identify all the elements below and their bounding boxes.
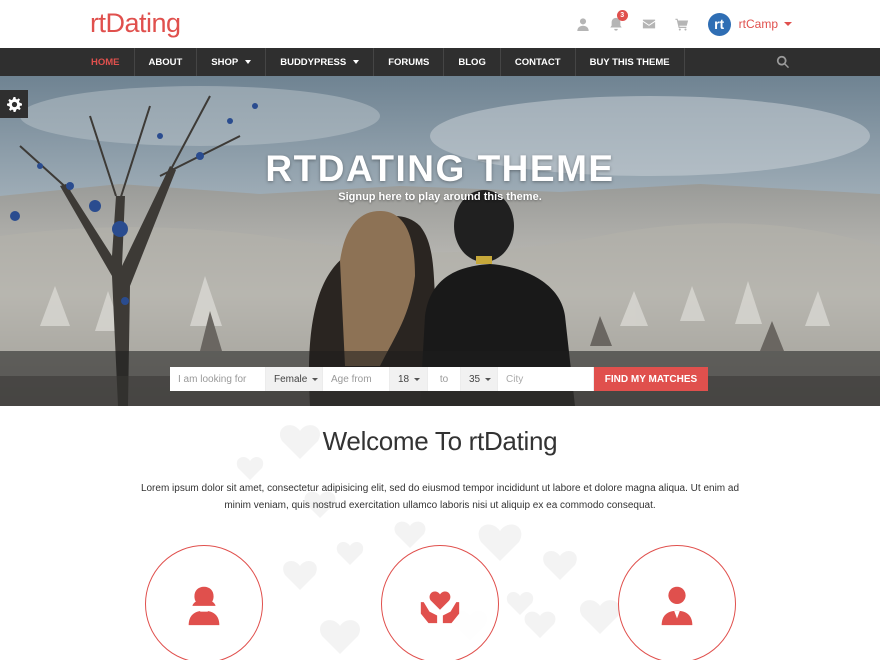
main-nav: HOME ABOUT SHOP BUDDYPRESS FORUMS BLOG C… bbox=[0, 48, 880, 76]
notification-badge: 3 bbox=[616, 10, 628, 21]
looking-for-label: I am looking for bbox=[170, 367, 266, 391]
nav-label: ABOUT bbox=[148, 56, 183, 68]
gender-select[interactable]: Female bbox=[266, 367, 323, 391]
age-max-select[interactable]: 35 bbox=[461, 367, 498, 391]
chevron-down-icon bbox=[784, 22, 792, 26]
nav-label: CONTACT bbox=[514, 56, 561, 68]
welcome-section: Welcome To rtDating Lorem ipsum dolor si… bbox=[0, 406, 880, 660]
feature-circle-love[interactable] bbox=[381, 545, 499, 660]
chevron-down-icon bbox=[414, 377, 421, 381]
chevron-down-icon bbox=[245, 60, 252, 64]
nav-item-forums[interactable]: FORUMS bbox=[374, 48, 445, 76]
site-logo[interactable]: rtDating bbox=[90, 8, 181, 39]
search-icon[interactable] bbox=[776, 55, 790, 69]
hero-subtitle: Signup here to play around this theme. bbox=[338, 191, 542, 203]
man-icon bbox=[661, 586, 693, 626]
hero-banner: RTDATING THEME Signup here to play aroun… bbox=[0, 76, 880, 406]
nav-item-about[interactable]: ABOUT bbox=[135, 48, 198, 76]
user-menu[interactable]: rtCamp bbox=[739, 17, 792, 31]
envelope-icon[interactable] bbox=[640, 15, 658, 33]
city-input[interactable]: City bbox=[498, 367, 594, 391]
chevron-down-icon bbox=[353, 60, 360, 64]
age-max-value: 35 bbox=[469, 373, 481, 385]
nav-label: BLOG bbox=[458, 56, 486, 68]
chevron-down-icon bbox=[312, 377, 319, 381]
hero-title: RTDATING THEME bbox=[265, 148, 615, 189]
nav-item-contact[interactable]: CONTACT bbox=[501, 48, 576, 76]
top-header: rtDating 3 rt rtCamp bbox=[0, 0, 880, 48]
user-icon[interactable] bbox=[574, 15, 592, 33]
nav-item-home[interactable]: HOME bbox=[77, 48, 135, 76]
nav-label: SHOP bbox=[211, 56, 239, 68]
feature-circle-profiles[interactable] bbox=[145, 545, 263, 660]
welcome-title: Welcome To rtDating bbox=[322, 426, 558, 456]
match-search-form: I am looking for Female Age from 18 to 3… bbox=[170, 367, 708, 391]
username-label: rtCamp bbox=[738, 17, 778, 31]
nav-item-shop[interactable]: SHOP bbox=[197, 48, 267, 76]
nav-label: FORUMS bbox=[388, 56, 430, 68]
nav-item-blog[interactable]: BLOG bbox=[444, 48, 501, 76]
nav-label: HOME bbox=[91, 56, 120, 68]
avatar[interactable]: rt bbox=[707, 12, 731, 36]
woman-icon bbox=[188, 586, 220, 626]
heart-hands-icon bbox=[420, 591, 460, 624]
age-min-value: 18 bbox=[398, 373, 410, 385]
feature-circle-members[interactable] bbox=[618, 545, 736, 660]
bell-icon[interactable]: 3 bbox=[607, 10, 628, 33]
to-label: to bbox=[428, 367, 461, 391]
cart-icon[interactable] bbox=[673, 15, 691, 33]
nav-item-buddypress[interactable]: BUDDYPRESS bbox=[266, 48, 375, 76]
nav-item-buy-theme[interactable]: BUY THIS THEME bbox=[576, 48, 685, 76]
age-from-label: Age from bbox=[323, 367, 390, 391]
nav-label: BUY THIS THEME bbox=[589, 56, 670, 68]
age-min-select[interactable]: 18 bbox=[390, 367, 428, 391]
gear-icon bbox=[6, 96, 22, 112]
user-toolbar: 3 rt rtCamp bbox=[574, 10, 792, 36]
find-matches-button[interactable]: FIND MY MATCHES bbox=[594, 367, 708, 391]
gender-value: Female bbox=[274, 373, 308, 385]
nav-label: BUDDYPRESS bbox=[280, 56, 347, 68]
chevron-down-icon bbox=[485, 377, 492, 381]
welcome-text: Lorem ipsum dolor sit amet, consectetur … bbox=[140, 483, 740, 511]
settings-toggle[interactable] bbox=[0, 90, 28, 118]
